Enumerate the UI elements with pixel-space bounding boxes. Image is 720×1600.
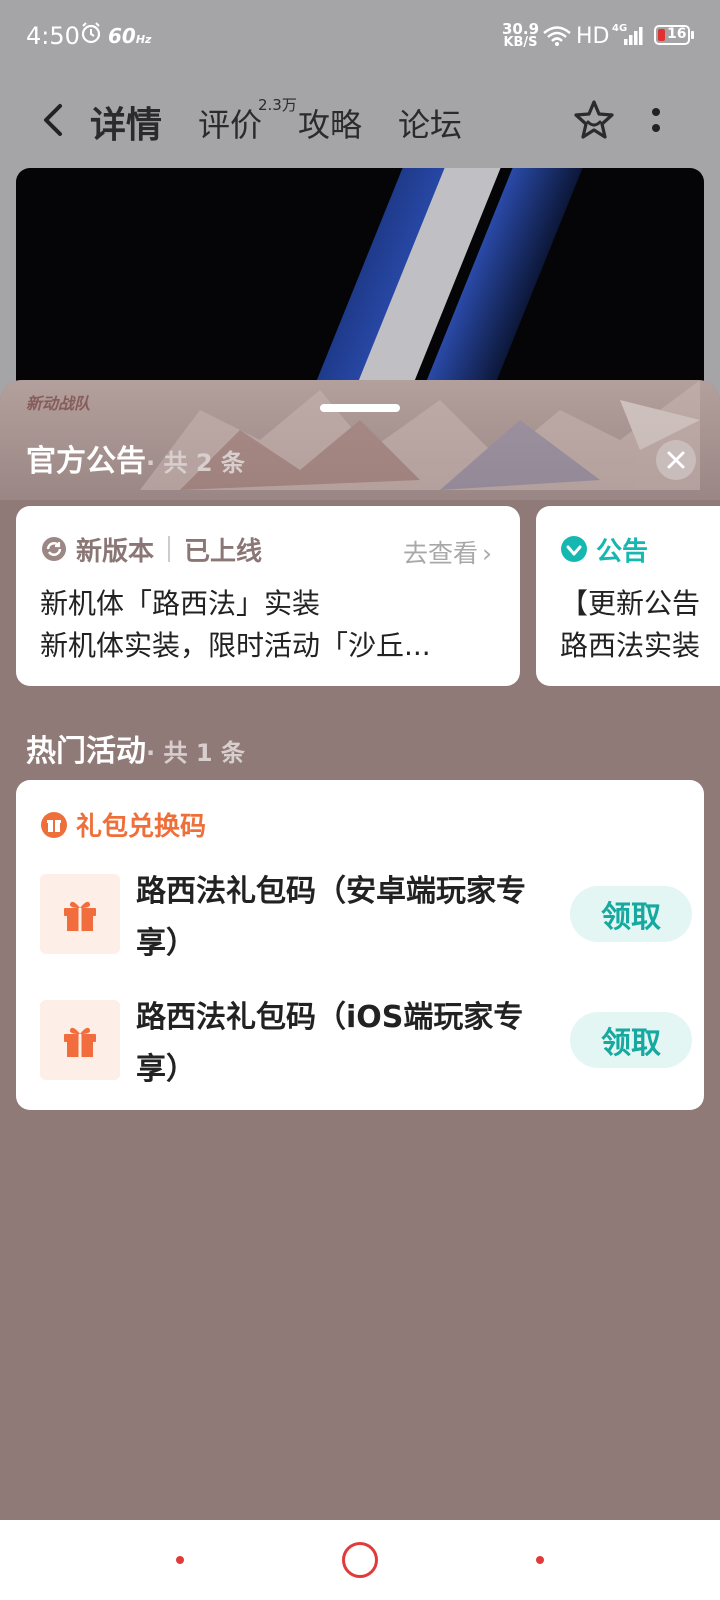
announcement-card[interactable]: 公告 【更新公告 路西法实装 xyxy=(536,506,720,686)
top-area: 4:50 60Hz 30.9 KB/S HD 4G 16 详情 评价 2.3万 … xyxy=(0,0,720,420)
announcement-card-header: 公告 xyxy=(560,532,649,567)
more-icon[interactable] xyxy=(650,106,662,136)
view-link[interactable]: 去查看 › xyxy=(403,534,492,570)
claim-button[interactable]: 领取 xyxy=(570,1012,692,1068)
gift-icon xyxy=(64,901,96,931)
net-speed-unit: KB/S xyxy=(503,35,538,50)
announcement-line: 【更新公告 xyxy=(560,587,701,620)
tab-forum[interactable]: 论坛 xyxy=(398,100,462,146)
nav-bar: 详情 评价 2.3万 攻略 论坛 xyxy=(0,80,720,160)
favorite-star-icon[interactable] xyxy=(572,98,616,142)
battery-icon: 16 xyxy=(654,25,690,45)
chevron-right-icon: › xyxy=(482,539,492,568)
announcement-line: 新机体实装，限时活动「沙丘... xyxy=(40,629,431,662)
tab-guide[interactable]: 攻略 xyxy=(298,100,362,146)
status-bar: 4:50 60Hz 30.9 KB/S HD 4G 16 xyxy=(0,0,720,72)
announcements-header: 官方公告· 共 2 条 xyxy=(26,436,245,480)
refresh-rate: 60Hz xyxy=(108,24,151,48)
gift-code-title: 礼包兑换码 xyxy=(76,812,207,842)
back-icon[interactable] xyxy=(36,100,72,140)
back-button[interactable] xyxy=(536,1556,544,1564)
claim-button[interactable]: 领取 xyxy=(570,886,692,942)
system-nav-bar xyxy=(0,1520,720,1600)
alarm-icon xyxy=(81,22,101,44)
activities-count: · 共 1 条 xyxy=(146,739,245,767)
net-speed-value: 30.9 xyxy=(502,20,540,38)
activity-card: 礼包兑换码 路西法礼包码（安卓端玩家专享） 领取 路西法礼包码（iOS端玩家专享… xyxy=(16,780,704,1110)
close-icon xyxy=(667,451,685,469)
gift-name: 路西法礼包码（iOS端玩家专享） xyxy=(136,1000,524,1087)
announcement-line: 路西法实装 xyxy=(560,629,701,662)
gift-name: 路西法礼包码（安卓端玩家专享） xyxy=(136,874,526,961)
refresh-rate-unit: Hz xyxy=(135,33,152,46)
tab-detail[interactable]: 详情 xyxy=(85,96,167,148)
view-link-label: 去查看 xyxy=(402,539,478,568)
recent-apps-button[interactable] xyxy=(176,1556,184,1564)
version-type-label: 新版本 xyxy=(76,536,155,567)
announcement-card-header: 新版本 已上线 xyxy=(40,532,263,567)
refresh-icon xyxy=(42,537,66,561)
hd-label: HD xyxy=(576,24,610,49)
net-speed: 30.9 KB/S xyxy=(502,22,539,50)
gift-icon xyxy=(64,1027,96,1057)
refresh-rate-value: 60 xyxy=(108,24,136,48)
wifi-icon xyxy=(543,26,571,46)
announcements-title: 官方公告 xyxy=(26,444,146,479)
tab-review[interactable]: 评价 xyxy=(198,100,262,146)
activities-header: 热门活动· 共 1 条 xyxy=(26,726,245,770)
game-logo: 新动战队 xyxy=(26,394,91,413)
battery-tip xyxy=(691,31,694,39)
activities-title: 热门活动 xyxy=(26,734,146,769)
announcement-line: 新机体「路西法」实装 xyxy=(40,587,321,620)
gift-thumbnail xyxy=(40,1000,120,1080)
close-button[interactable] xyxy=(656,440,696,480)
network-type: 4G xyxy=(612,23,628,34)
sheet-drag-handle[interactable] xyxy=(320,404,400,412)
home-button[interactable] xyxy=(342,1542,378,1578)
battery-fill xyxy=(658,29,665,41)
gift-thumbnail xyxy=(40,874,120,954)
notice-type-label: 公告 xyxy=(596,536,649,567)
info-sheet: 新动战队 官方公告· 共 2 条 新版本 已上线 去查看 › 新机体「路西法」实… xyxy=(0,380,720,1520)
signal-icon: 4G xyxy=(612,23,646,47)
gift-icon xyxy=(41,811,67,838)
battery-level: 16 xyxy=(667,26,687,42)
activity-card-header: 礼包兑换码 xyxy=(40,806,206,843)
gift-item: 路西法礼包码（安卓端玩家专享） 领取 xyxy=(40,866,692,976)
review-count-badge: 2.3万 xyxy=(258,96,297,114)
gift-item: 路西法礼包码（iOS端玩家专享） 领取 xyxy=(40,992,692,1102)
announcements-count: · 共 2 条 xyxy=(146,449,245,477)
version-status-label: 已上线 xyxy=(184,536,263,567)
heart-badge-icon xyxy=(561,536,587,562)
status-time: 4:50 xyxy=(26,22,80,50)
divider xyxy=(168,536,171,562)
video-player[interactable] xyxy=(16,168,704,408)
announcement-card[interactable]: 新版本 已上线 去查看 › 新机体「路西法」实装 新机体实装，限时活动「沙丘... xyxy=(16,506,520,686)
